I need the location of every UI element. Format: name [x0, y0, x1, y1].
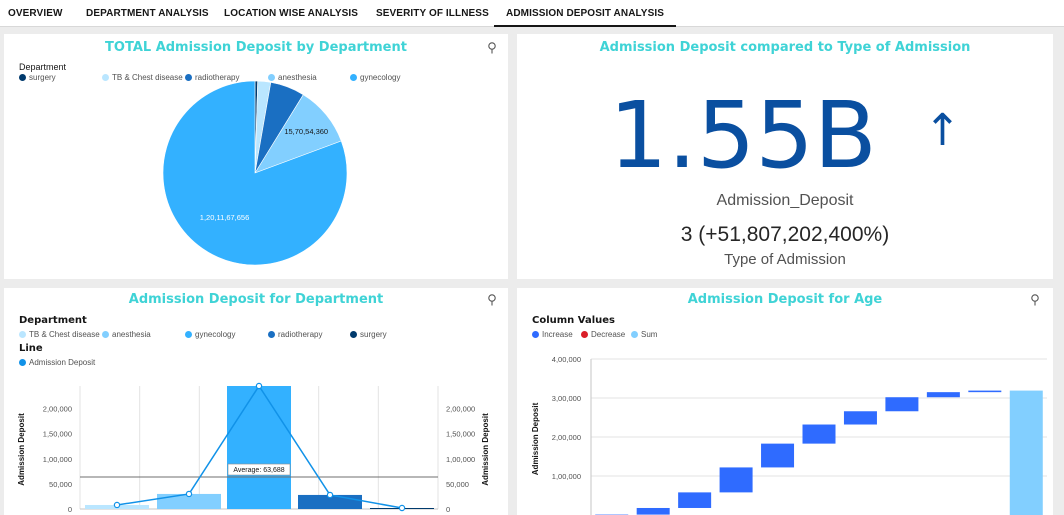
average-label: Average: 63,688 [233, 467, 284, 474]
kpi-value-label: Admission_Deposit [716, 192, 854, 209]
y-tick-label: 0 [68, 505, 72, 514]
kpi-compare-value: 3 (+51,807,202,400%) [680, 223, 890, 246]
y-tick-label: 2,00,000 [43, 405, 72, 414]
line-point [185, 490, 193, 498]
waterfall-bar [636, 507, 670, 515]
kpi-value: 1.55B [608, 82, 877, 189]
waterfall-bar [719, 467, 753, 493]
kpi-compare-label: Type of Admission [724, 251, 846, 268]
waterfall-bar [802, 424, 836, 444]
y-tick-label: 2,00,000 [552, 433, 581, 442]
waterfall-bar [843, 411, 877, 425]
bar-gynecology [227, 386, 291, 509]
tab-bar: OVERVIEW DEPARTMENT ANALYSIS LOCATION WI… [0, 0, 1064, 27]
y2-tick-label: 1,00,000 [446, 455, 475, 464]
kpi-card-title: Admission Deposit compared to Type of Ad… [599, 40, 971, 55]
y-tick-label: 1,50,000 [43, 430, 72, 439]
line-point [113, 501, 121, 509]
department-chart-card: Admission Deposit for Department Departm… [4, 288, 508, 515]
tab-severity-of-illness[interactable]: SEVERITY OF ILLNESS [376, 0, 489, 27]
y-axis-title: Admission Deposit [531, 402, 540, 475]
y-tick-label: 1,00,000 [552, 472, 581, 481]
y-axis-title: Admission Deposit [17, 413, 26, 486]
pie-data-label: 15,70,54,360 [284, 127, 328, 136]
y-tick-label: 3,00,000 [552, 394, 581, 403]
age-chart-card: Admission Deposit for Age Column Values … [517, 288, 1053, 515]
age-waterfall-chart[interactable]: 1,00,0002,00,0003,00,0004,00,000Admissio… [517, 288, 1053, 515]
y2-tick-label: 50,000 [446, 480, 469, 489]
line-point [326, 491, 334, 499]
tab-department-analysis[interactable]: DEPARTMENT ANALYSIS [86, 0, 209, 27]
pie-chart[interactable]: 15,70,54,360 1,20,11,67,656 [4, 34, 508, 279]
y2-axis-title: Admission Deposit [481, 413, 490, 486]
waterfall-bar [968, 390, 1002, 393]
y-tick-label: 1,00,000 [43, 455, 72, 464]
y2-tick-label: 2,00,000 [446, 405, 475, 414]
pie-data-label: 1,20,11,67,656 [200, 213, 250, 222]
kpi-card: Admission Deposit compared to Type of Ad… [517, 34, 1053, 279]
waterfall-bar [761, 443, 795, 468]
kpi-value-row: 1.55B ↑ [517, 82, 1053, 189]
waterfall-bar [678, 492, 712, 508]
tab-overview[interactable]: OVERVIEW [8, 0, 63, 27]
y2-tick-label: 1,50,000 [446, 430, 475, 439]
waterfall-bar [926, 392, 960, 398]
line-point [255, 382, 263, 390]
arrow-up-icon: ↑ [924, 105, 962, 156]
tab-location-wise-analysis[interactable]: LOCATION WISE ANALYSIS [224, 0, 358, 27]
line-point [398, 504, 406, 512]
tab-admission-deposit-analysis[interactable]: ADMISSION DEPOSIT ANALYSIS [494, 0, 676, 27]
waterfall-sum-bar [1009, 390, 1043, 515]
department-combo-chart[interactable]: 0 0 50,000 50,000 1,00,000 1,00,000 1,50,000 1,… [4, 288, 508, 515]
y-tick-label: 50,000 [49, 480, 72, 489]
waterfall-bar [885, 397, 919, 412]
pie-chart-card: TOTAL Admission Deposit by Department De… [4, 34, 508, 279]
y-tick-label: 4,00,000 [552, 355, 581, 364]
y2-tick-label: 0 [446, 505, 450, 514]
